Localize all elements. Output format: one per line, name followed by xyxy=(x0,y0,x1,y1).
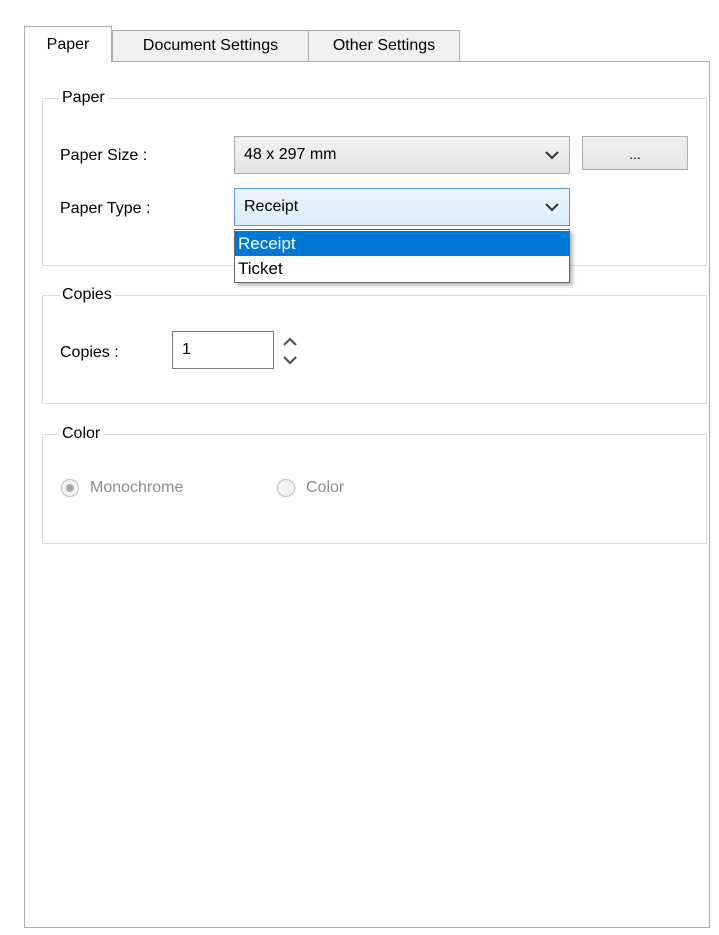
copies-group xyxy=(42,295,707,404)
paper-size-ellipsis-button[interactable]: ... xyxy=(582,136,688,170)
paper-size-value: 48 x 297 mm xyxy=(244,146,337,163)
paper-type-option-ticket[interactable]: Ticket xyxy=(235,256,569,281)
paper-type-combo[interactable]: Receipt xyxy=(234,188,570,226)
paper-type-option-receipt[interactable]: Receipt xyxy=(235,231,569,256)
tab-paper[interactable]: Paper xyxy=(24,26,112,62)
spinner-arrows-icon[interactable] xyxy=(280,332,300,370)
paper-size-combo[interactable]: 48 x 297 mm xyxy=(234,136,570,174)
tab-other-settings[interactable]: Other Settings xyxy=(308,30,460,61)
color-label: Color xyxy=(306,479,345,496)
copies-input[interactable]: 1 xyxy=(172,331,274,369)
monochrome-radio[interactable] xyxy=(61,479,79,497)
monochrome-label: Monochrome xyxy=(90,479,184,496)
color-radio[interactable] xyxy=(277,479,295,497)
paper-size-label: Paper Size : xyxy=(60,147,148,164)
paper-type-label: Paper Type : xyxy=(60,200,151,217)
paper-type-value: Receipt xyxy=(244,198,299,215)
chevron-down-icon xyxy=(545,151,559,160)
color-group-title: Color xyxy=(59,424,104,444)
paper-type-dropdown-list: Receipt Ticket xyxy=(234,229,570,283)
copies-label: Copies : xyxy=(60,344,119,361)
paper-group-title: Paper xyxy=(59,88,108,108)
print-settings-dialog: Paper Document Settings Other Settings P… xyxy=(0,0,719,935)
copies-group-title: Copies xyxy=(59,285,115,305)
tab-document-settings[interactable]: Document Settings xyxy=(112,30,309,61)
chevron-down-icon xyxy=(545,203,559,212)
copies-value: 1 xyxy=(182,341,191,358)
